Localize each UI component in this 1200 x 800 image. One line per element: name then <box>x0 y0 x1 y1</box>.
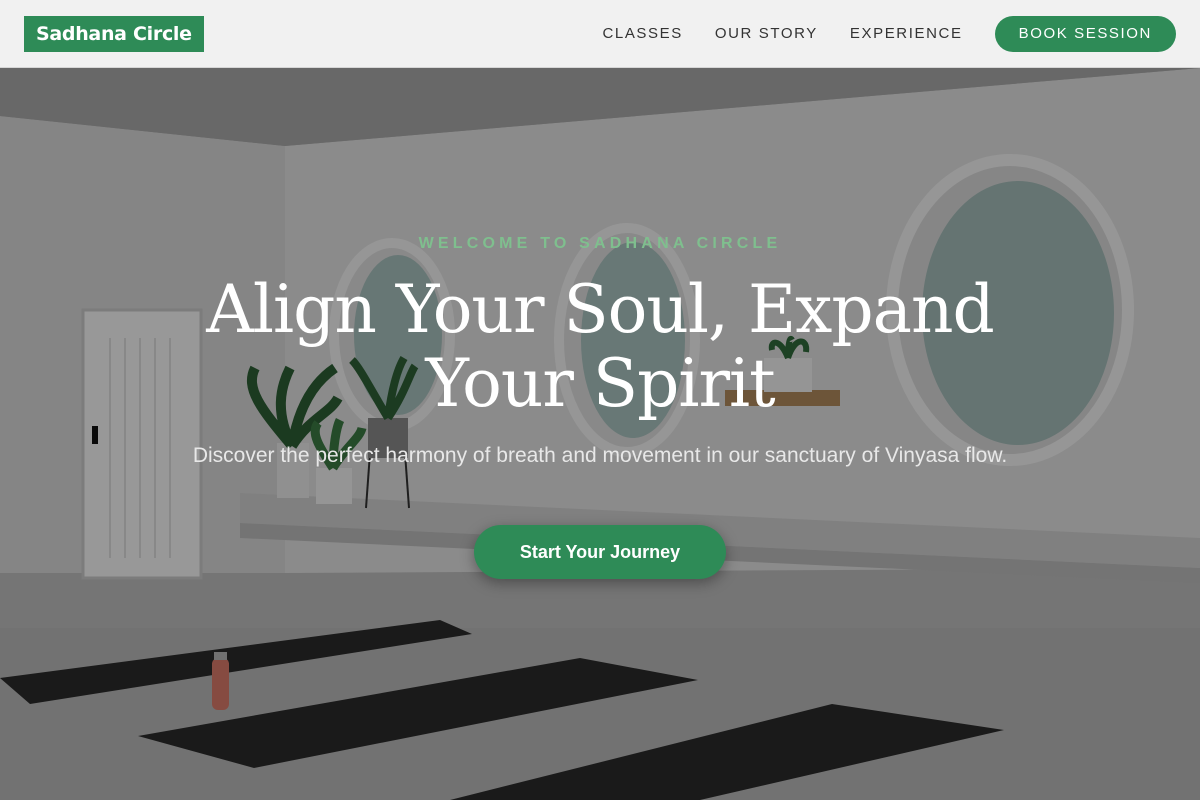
nav-link-classes[interactable]: CLASSES <box>602 25 682 42</box>
site-header: Sadhana Circle CLASSES OUR STORY EXPERIE… <box>0 0 1200 68</box>
nav-link-our-story[interactable]: OUR STORY <box>715 25 818 42</box>
hero-content: WELCOME TO SADHANA CIRCLE Align Your Sou… <box>0 68 1200 800</box>
hero-headline: Align Your Soul, Expand Your Spirit <box>0 273 1200 421</box>
book-session-button[interactable]: BOOK SESSION <box>994 15 1176 52</box>
hero-eyebrow: WELCOME TO SADHANA CIRCLE <box>418 235 782 252</box>
hero-headline-line-1: Align Your Soul, Expand <box>206 271 994 348</box>
hero-section: WELCOME TO SADHANA CIRCLE Align Your Sou… <box>0 68 1200 800</box>
main-nav: CLASSES OUR STORY EXPERIENCE BOOK SESSIO… <box>602 15 1176 52</box>
hero-headline-line-2: Your Spirit <box>425 345 775 422</box>
brand-logo[interactable]: Sadhana Circle <box>24 15 204 52</box>
start-journey-button[interactable]: Start Your Journey <box>474 525 726 579</box>
nav-link-experience[interactable]: EXPERIENCE <box>850 25 963 42</box>
hero-subtext: Discover the perfect harmony of breath a… <box>192 444 1008 467</box>
